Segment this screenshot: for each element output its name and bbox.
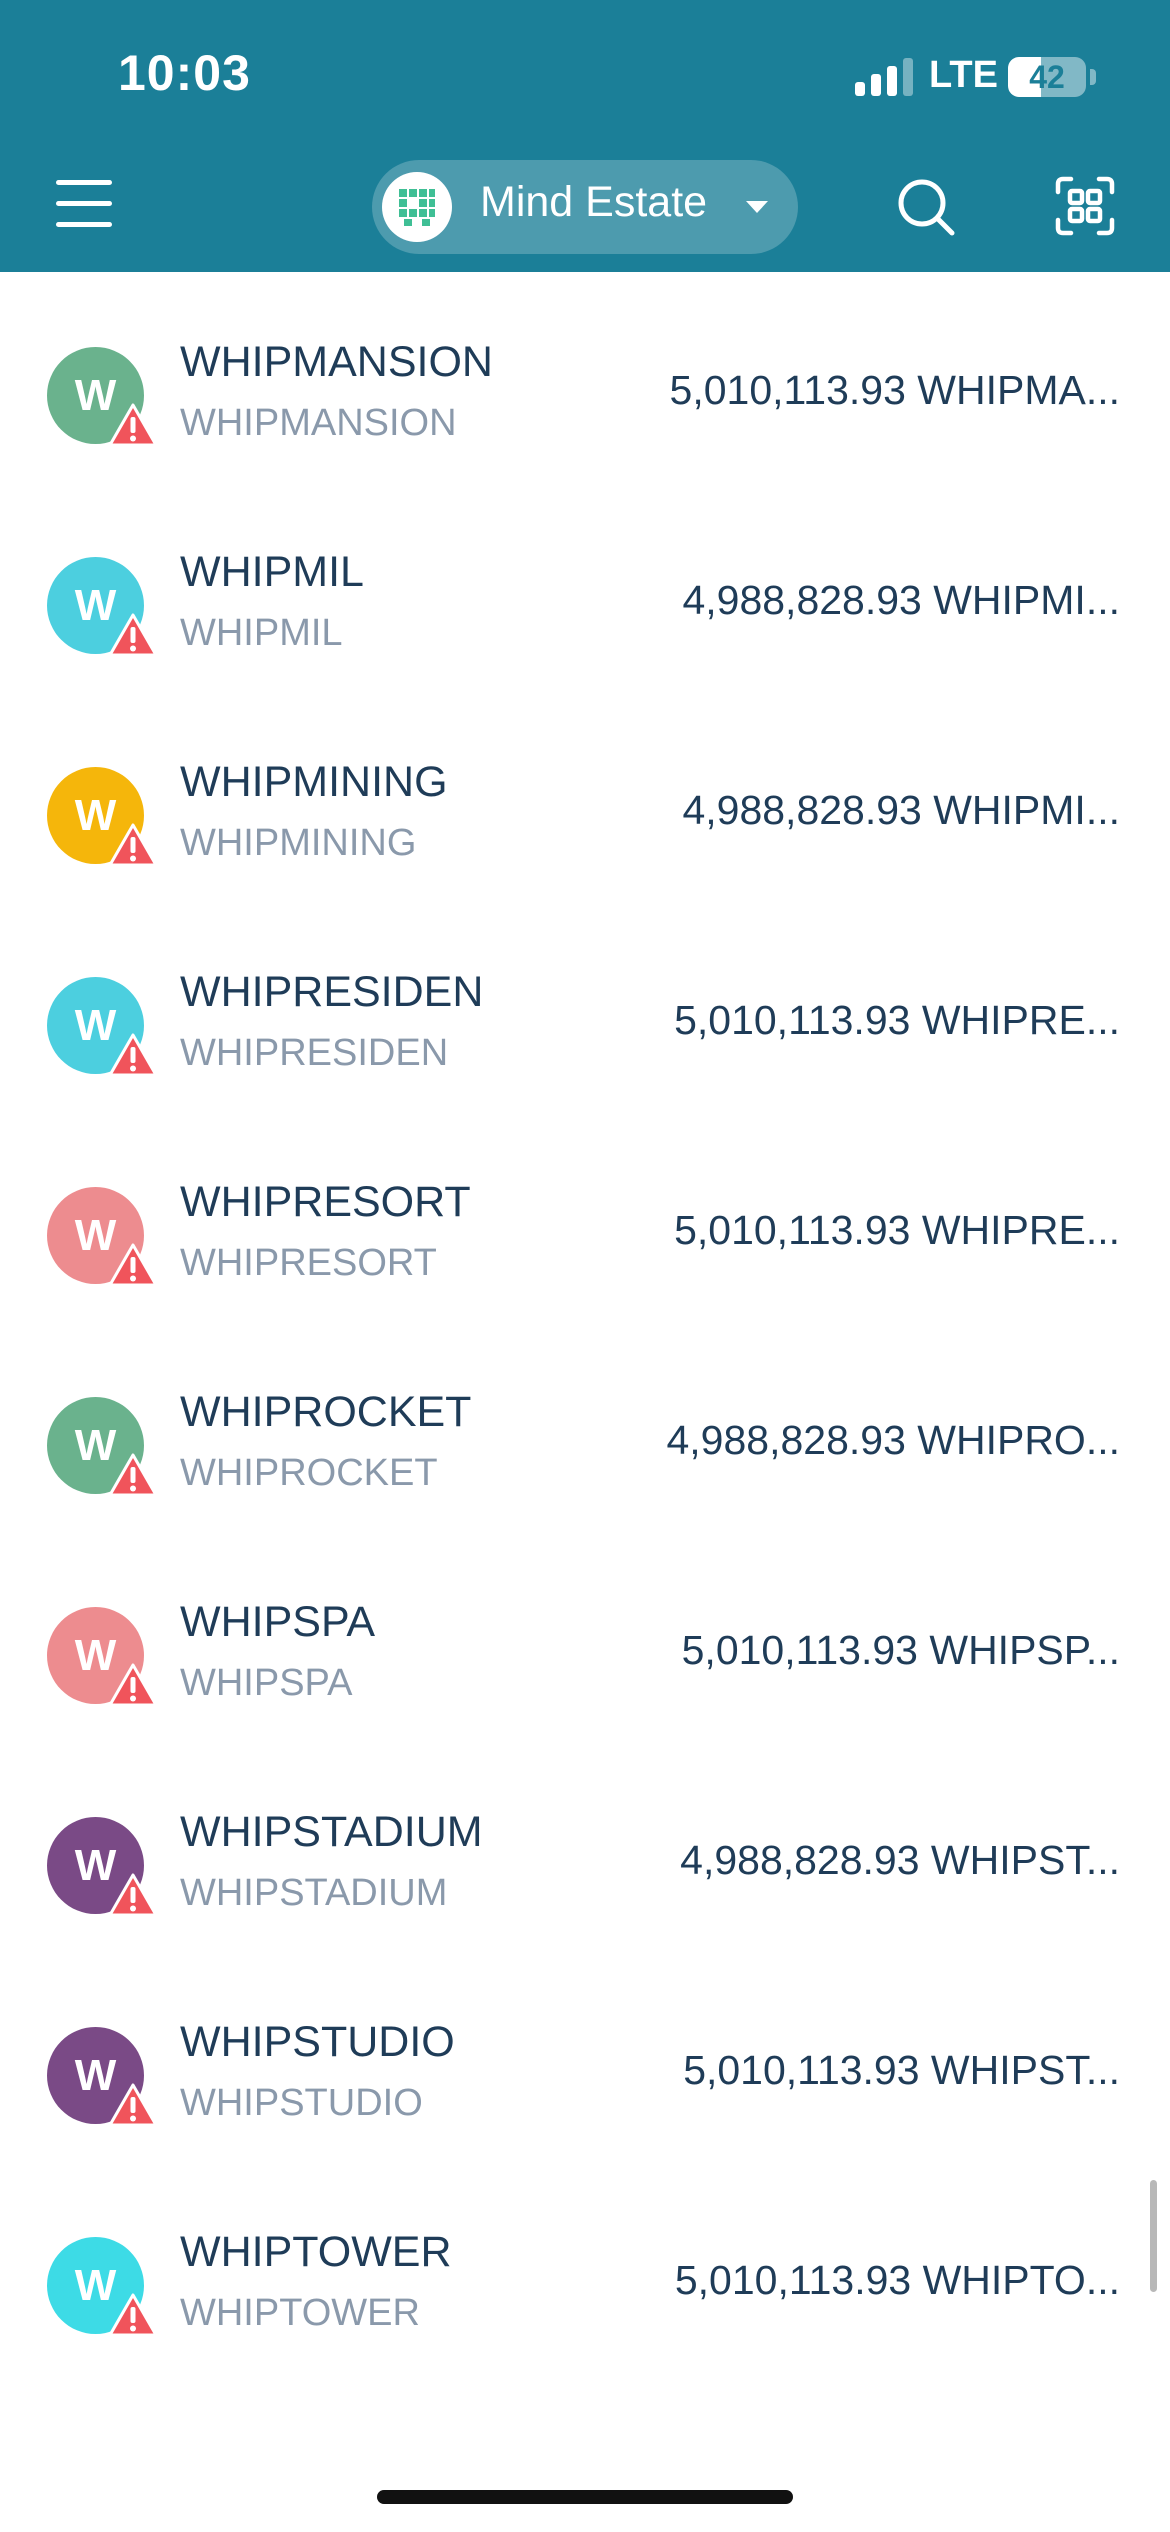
token-balance: 5,010,113.93 WHIPTO... <box>674 2257 1120 2303</box>
chevron-down-icon <box>746 201 768 213</box>
search-icon[interactable] <box>895 176 957 238</box>
warning-icon <box>108 1243 158 1287</box>
token-name: WHIPRESORT <box>180 1242 437 1284</box>
token-symbol: WHIPMIL <box>180 548 364 596</box>
token-symbol: WHIPRESORT <box>180 1178 471 1226</box>
token-balance: 5,010,113.93 WHIPRE... <box>674 1207 1120 1253</box>
token-name: WHIPSPA <box>180 1662 353 1704</box>
token-balance: 4,988,828.93 WHIPRO... <box>666 1417 1120 1463</box>
scrollbar[interactable] <box>1150 2180 1157 2292</box>
token-row[interactable]: W WHIPSPA WHIPSPA 5,010,113.93 WHIPSP... <box>0 1562 1170 1772</box>
warning-icon <box>108 2293 158 2337</box>
token-symbol: WHIPSTUDIO <box>180 2018 455 2066</box>
token-symbol: WHIPMINING <box>180 758 448 806</box>
token-row[interactable]: W WHIPRESORT WHIPRESORT 5,010,113.93 WHIPRE… <box>0 1142 1170 1352</box>
token-row[interactable]: W WHIPMIL WHIPMIL 4,988,828.93 WHIPMI... <box>0 512 1170 722</box>
status-time: 10:03 <box>118 45 251 101</box>
token-row[interactable]: W WHIPROCKET WHIPROCKET 4,988,828.93 WHIPRO… <box>0 1352 1170 1562</box>
battery-icon: 42 <box>1008 57 1086 97</box>
warning-icon <box>108 2083 158 2127</box>
token-name: WHIPROCKET <box>180 1452 438 1494</box>
token-list: W WHIPMANSION WHIPMANSION 5,010,113.93 WHIP… <box>0 302 1170 2402</box>
token-row[interactable]: W WHIPMANSION WHIPMANSION 5,010,113.93 WHIP… <box>0 302 1170 512</box>
token-balance: 4,988,828.93 WHIPMI... <box>682 787 1120 833</box>
warning-icon <box>108 1873 158 1917</box>
token-row[interactable]: W WHIPTOWER WHIPTOWER 5,010,113.93 WHIPTO..… <box>0 2192 1170 2402</box>
warning-icon <box>108 823 158 867</box>
token-name: WHIPSTUDIO <box>180 2082 423 2124</box>
account-name: Mind Estate <box>480 178 708 226</box>
token-balance: 5,010,113.93 WHIPSP... <box>681 1627 1120 1673</box>
warning-icon <box>108 1663 158 1707</box>
network-type: LTE <box>929 54 998 96</box>
token-symbol: WHIPTOWER <box>180 2228 452 2276</box>
token-balance: 5,010,113.93 WHIPRE... <box>674 997 1120 1043</box>
token-symbol: WHIPSPA <box>180 1598 376 1646</box>
qr-scan-icon[interactable] <box>1055 176 1115 236</box>
app-header: 10:03 LTE 42 Mind Estate <box>0 0 1170 272</box>
warning-icon <box>108 403 158 447</box>
hamburger-menu-icon[interactable] <box>56 180 112 228</box>
token-balance: 4,988,828.93 WHIPST... <box>680 1837 1120 1883</box>
account-avatar <box>382 172 452 242</box>
token-name: WHIPTOWER <box>180 2292 420 2334</box>
token-name: WHIPMIL <box>180 612 343 654</box>
battery-level: 42 <box>1029 59 1065 95</box>
warning-icon <box>108 1033 158 1077</box>
battery-cap <box>1090 69 1096 85</box>
token-row[interactable]: W WHIPSTUDIO WHIPSTUDIO 5,010,113.93 WHIPST… <box>0 1982 1170 2192</box>
token-symbol: WHIPRESIDEN <box>180 968 484 1016</box>
token-balance: 5,010,113.93 WHIPMA... <box>669 367 1120 413</box>
token-name: WHIPMINING <box>180 822 417 864</box>
token-balance: 4,988,828.93 WHIPMI... <box>682 577 1120 623</box>
warning-icon <box>108 613 158 657</box>
token-symbol: WHIPSTADIUM <box>180 1808 483 1856</box>
token-name: WHIPRESIDEN <box>180 1032 449 1074</box>
token-name: WHIPMANSION <box>180 402 457 444</box>
token-row[interactable]: W WHIPSTADIUM WHIPSTADIUM 4,988,828.93 WHIP… <box>0 1772 1170 1982</box>
token-symbol: WHIPMANSION <box>180 338 493 386</box>
token-row[interactable]: W WHIPRESIDEN WHIPRESIDEN 5,010,113.93 WHIP… <box>0 932 1170 1142</box>
home-indicator[interactable] <box>377 2490 793 2504</box>
cellular-signal-icon <box>855 58 913 96</box>
token-symbol: WHIPROCKET <box>180 1388 472 1436</box>
warning-icon <box>108 1453 158 1497</box>
token-row[interactable]: W WHIPMINING WHIPMINING 4,988,828.93 WHIPMI… <box>0 722 1170 932</box>
token-balance: 5,010,113.93 WHIPST... <box>683 2047 1120 2093</box>
account-selector[interactable]: Mind Estate <box>372 160 798 254</box>
token-name: WHIPSTADIUM <box>180 1872 448 1914</box>
